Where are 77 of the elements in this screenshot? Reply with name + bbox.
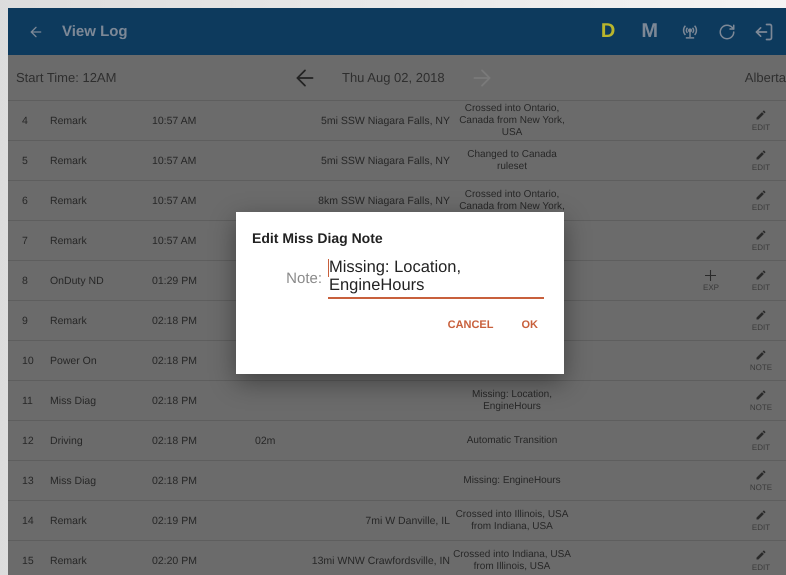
event-time: 02:19 PM xyxy=(152,514,198,526)
event-type: Remark xyxy=(50,234,88,246)
row-number: 14 xyxy=(22,514,35,526)
row-number: 4 xyxy=(22,114,29,126)
event-time: 02:20 PM xyxy=(152,554,198,566)
row-number: 15 xyxy=(22,554,35,566)
pencil-icon xyxy=(754,189,767,201)
note-text: Crossed into Indiana, USA from Illinois, USA xyxy=(452,548,572,572)
row-number: 7 xyxy=(22,234,29,246)
pencil-icon xyxy=(754,109,767,121)
event-type: Remark xyxy=(50,314,88,326)
event-type: Miss Diag xyxy=(50,394,98,406)
pencil-icon xyxy=(754,269,767,281)
pencil-icon xyxy=(754,149,767,161)
location: 5mi SSW Niagara Falls, NY xyxy=(320,114,450,126)
event-type: Remark xyxy=(50,514,88,526)
event-type: Miss Diag xyxy=(50,474,98,486)
row-number: 11 xyxy=(22,394,34,406)
event-time: 02:18 PM xyxy=(152,354,198,366)
event-type: Power On xyxy=(50,354,98,366)
note-text: Missing: EngineHours xyxy=(462,474,562,486)
pencil-icon xyxy=(754,229,767,241)
location: 7mi W Danville, IL xyxy=(364,514,450,526)
event-type: Remark xyxy=(50,194,88,206)
row-number: 6 xyxy=(22,194,29,206)
row-number: 8 xyxy=(22,274,29,286)
dialog-button[interactable]: OK xyxy=(520,317,540,334)
status-letter[interactable]: D xyxy=(596,20,620,43)
event-type: Remark xyxy=(50,154,88,166)
screen-title: View Log xyxy=(62,23,129,40)
location: 8km SSW Niagara Falls, NY xyxy=(317,194,450,206)
pencil-icon xyxy=(754,389,767,401)
event-time: 02:18 PM xyxy=(152,394,198,406)
row-number: 5 xyxy=(22,154,29,166)
event-type: Driving xyxy=(50,434,84,446)
event-type: OnDuty ND xyxy=(50,274,105,286)
pencil-icon xyxy=(754,309,767,321)
event-time: 10:57 AM xyxy=(152,234,198,246)
event-time: 10:57 AM xyxy=(152,194,198,206)
location: 5mi SSW Niagara Falls, NY xyxy=(320,154,450,166)
region-label: Alberta xyxy=(744,70,786,85)
refresh-icon[interactable] xyxy=(718,22,736,40)
note-text: Crossed into Illinois, USA from Indiana, USA xyxy=(454,508,570,532)
field-label: Note: xyxy=(285,270,322,288)
note-text: Crossed into Ontario, Canada from New York, USA xyxy=(458,102,566,138)
event-time: 02:18 PM xyxy=(152,434,198,446)
status-letter[interactable]: M xyxy=(637,20,662,43)
note-text: Crossed into Ontario, Canada from New York, xyxy=(458,188,566,212)
event-type: Remark xyxy=(50,114,88,126)
pencil-icon xyxy=(754,549,767,561)
log-date: Thu Aug 02, 2018 xyxy=(342,70,445,85)
dialog-title: Edit Miss Diag Note xyxy=(252,230,384,246)
dialog-button[interactable]: CANCEL xyxy=(446,317,496,334)
plus-icon xyxy=(705,270,716,280)
duration: 02m xyxy=(255,434,276,446)
event-time: 10:57 AM xyxy=(152,114,198,126)
row-number: 9 xyxy=(22,314,29,326)
row-number: 12 xyxy=(22,434,35,446)
event-time: 01:29 PM xyxy=(152,274,198,286)
location: 13mi WNW Crawfordsville, IN xyxy=(310,554,450,566)
event-time: 02:18 PM xyxy=(152,314,198,326)
event-time: 02:18 PM xyxy=(152,474,198,486)
note-text: Missing: Location, EngineHours xyxy=(470,388,554,412)
back-button[interactable] xyxy=(28,24,44,40)
note-field[interactable]: Missing: Location, EngineHours xyxy=(328,258,544,300)
event-type: Remark xyxy=(50,554,88,566)
event-time: 10:57 AM xyxy=(152,154,198,166)
row-number: 13 xyxy=(22,474,35,486)
note-text: Automatic Transition xyxy=(466,434,558,446)
row-number: 10 xyxy=(22,354,35,366)
pencil-icon xyxy=(754,509,767,521)
logout-icon[interactable] xyxy=(754,22,774,42)
pencil-icon xyxy=(754,349,767,361)
pencil-icon xyxy=(754,429,767,441)
pencil-icon xyxy=(754,469,767,481)
note-text: Changed to Canada ruleset xyxy=(466,148,558,172)
start-time: Start Time: 12AM xyxy=(16,70,118,85)
